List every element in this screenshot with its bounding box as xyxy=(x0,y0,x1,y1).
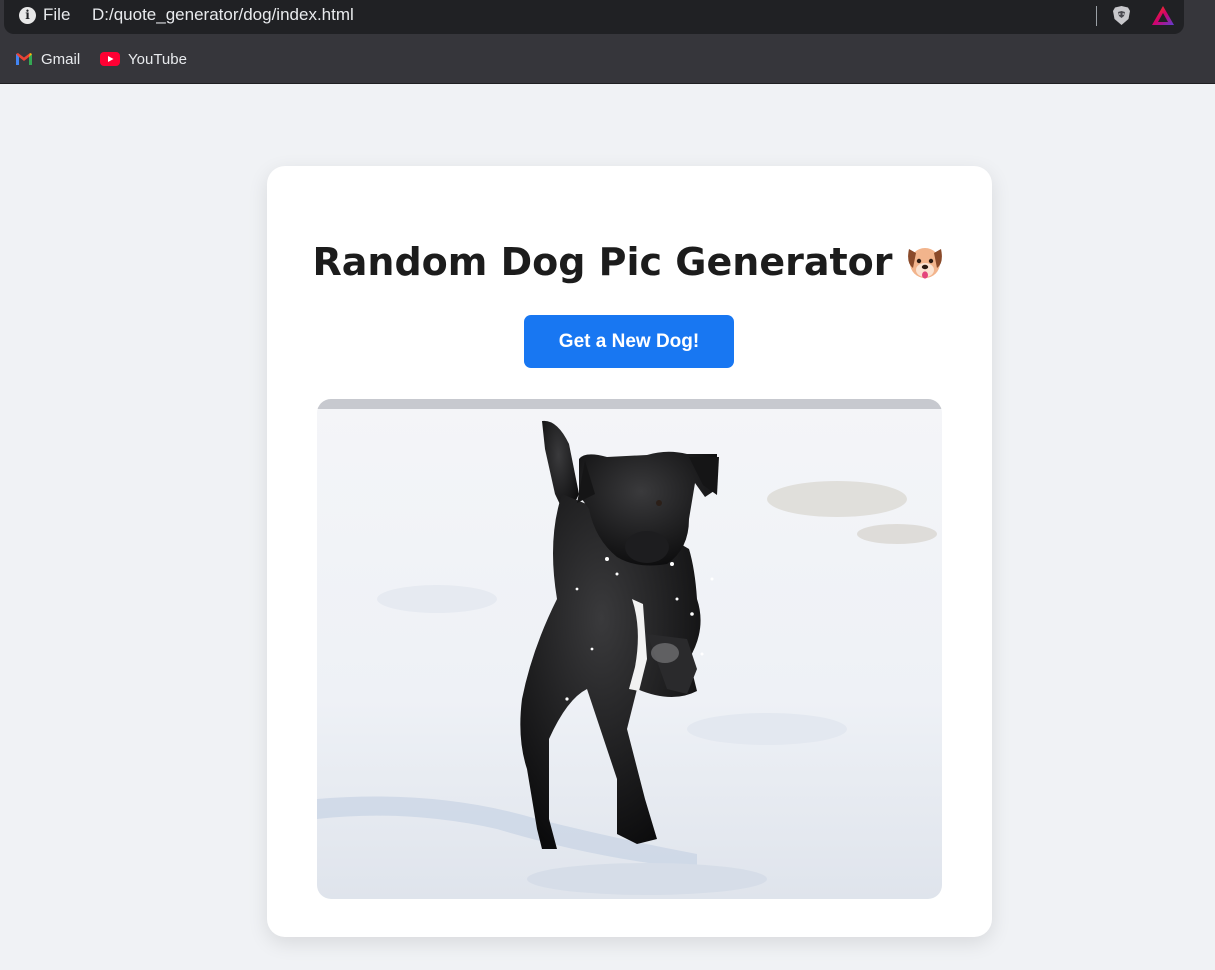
generator-card: Random Dog Pic Generator Get a New Dog! xyxy=(267,166,992,937)
dog-image xyxy=(317,399,942,899)
url-scheme-label: File xyxy=(43,5,71,24)
youtube-icon xyxy=(100,52,120,66)
bookmark-youtube[interactable]: YouTube xyxy=(100,48,187,70)
address-bar-divider xyxy=(1096,6,1097,26)
gmail-icon xyxy=(16,53,32,65)
brave-shield-icon[interactable] xyxy=(1112,5,1131,26)
get-new-dog-button[interactable]: Get a New Dog! xyxy=(524,315,734,368)
url-text[interactable]: D:/quote_generator/dog/index.html xyxy=(92,5,354,25)
brave-rewards-icon[interactable] xyxy=(1151,5,1175,27)
address-bar[interactable]: i File D:/quote_generator/dog/index.html xyxy=(4,0,1184,34)
dog-photo-illustration xyxy=(317,399,942,899)
browser-toolbar: i File D:/quote_generator/dog/index.html xyxy=(0,0,1215,84)
page-title: Random Dog Pic Generator xyxy=(267,238,992,286)
dog-face-icon xyxy=(908,247,943,279)
bookmark-gmail-label: Gmail xyxy=(41,50,81,68)
page-title-text: Random Dog Pic Generator xyxy=(312,240,893,284)
info-icon[interactable]: i xyxy=(19,7,36,24)
bookmark-youtube-label: YouTube xyxy=(128,50,187,68)
bookmark-gmail[interactable]: Gmail xyxy=(15,48,80,70)
